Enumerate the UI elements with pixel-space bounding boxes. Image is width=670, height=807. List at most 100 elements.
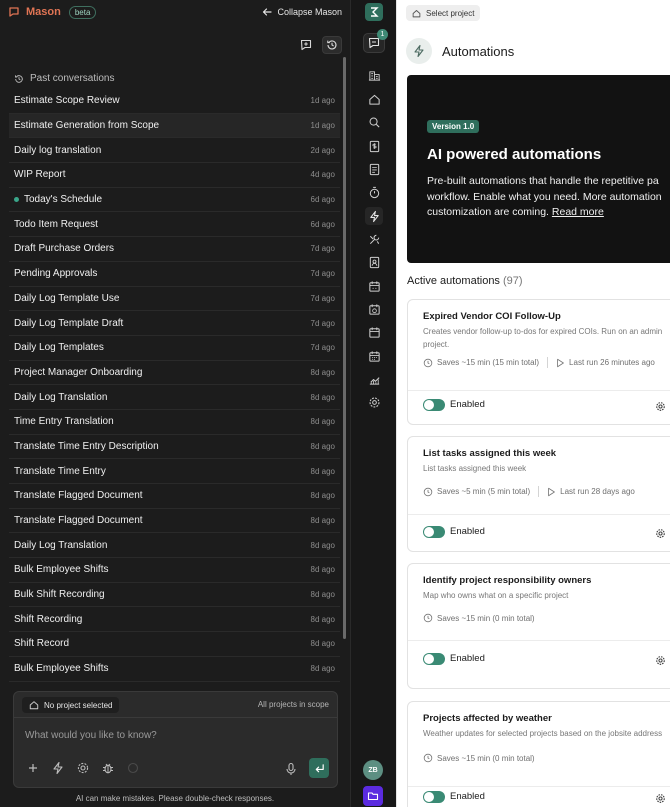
search-icon[interactable]: [365, 113, 383, 131]
analytics-icon[interactable]: [365, 370, 383, 388]
conversation-item[interactable]: Bulk Employee Shifts 8d ago: [9, 657, 340, 682]
plus-icon[interactable]: [26, 761, 40, 775]
past-conversations-heading: Past conversations: [14, 73, 115, 84]
conversation-item[interactable]: Daily Log Translation 8d ago: [9, 385, 340, 410]
bolt-icon[interactable]: [51, 761, 65, 775]
calendar-clock-icon[interactable]: [365, 300, 383, 318]
enabled-toggle[interactable]: [423, 526, 445, 538]
card-description: Map who owns what on a specific project: [423, 591, 569, 600]
conversation-item[interactable]: Today's Schedule 6d ago: [9, 188, 340, 213]
buildings-icon[interactable]: [365, 66, 383, 84]
conversation-date: 8d ago: [310, 614, 335, 624]
conversation-date: 7d ago: [310, 269, 335, 279]
enabled-toggle[interactable]: [423, 791, 445, 803]
conversation-title: Estimate Scope Review: [14, 95, 120, 107]
project-chip[interactable]: No project selected: [22, 697, 120, 713]
conversation-item[interactable]: Daily Log Template Draft 7d ago: [9, 311, 340, 336]
tools-icon[interactable]: [365, 230, 383, 248]
dollar-doc-icon[interactable]: [365, 137, 383, 155]
conversation-title: Project Manager Onboarding: [14, 366, 143, 378]
select-project-button[interactable]: Select project: [406, 5, 481, 21]
brand-name: Mason: [26, 6, 61, 18]
enabled-toggle[interactable]: [423, 399, 445, 411]
hero-desc-line: Pre-built automations that handle the re…: [427, 175, 659, 187]
home-icon: [29, 701, 39, 710]
prompt-input[interactable]: What would you like to know?: [25, 730, 157, 741]
card-settings-icon[interactable]: [655, 526, 666, 544]
automation-bolt-icon[interactable]: [365, 207, 383, 225]
chat-count-badge: 1: [377, 29, 388, 40]
conversation-date: 8d ago: [310, 540, 335, 550]
conversation-title: Daily Log Template Draft: [14, 317, 124, 329]
conversation-item[interactable]: Shift Recording 8d ago: [9, 607, 340, 633]
active-count: (97): [503, 275, 523, 287]
conversation-item[interactable]: Translate Flagged Document 8d ago: [9, 484, 340, 509]
read-more-link[interactable]: Read more: [552, 206, 604, 218]
enabled-toggle[interactable]: [423, 653, 445, 665]
meta-divider: [547, 357, 549, 368]
conversation-date: 8d ago: [310, 565, 335, 575]
send-button[interactable]: [309, 758, 329, 778]
card-meta: Saves ~15 min (0 min total): [423, 753, 535, 763]
timer-icon[interactable]: [365, 183, 383, 201]
conversation-item[interactable]: Shift Record 8d ago: [9, 632, 340, 657]
conversation-item[interactable]: Bulk Employee Shifts 8d ago: [9, 558, 340, 583]
card-description: List tasks assigned this week: [423, 464, 527, 473]
conversation-item[interactable]: Estimate Generation from Scope 1d ago: [9, 113, 340, 139]
conversation-item[interactable]: Daily Log Templates 7d ago: [9, 336, 340, 361]
bug-icon[interactable]: [101, 761, 115, 775]
conversation-item[interactable]: Translate Time Entry Description 8d ago: [9, 435, 340, 460]
card-settings-icon[interactable]: [655, 791, 666, 807]
chat-topbar: Mason beta Collapse Mason: [0, 0, 350, 24]
conversation-title: Shift Record: [14, 638, 70, 650]
microphone-icon[interactable]: [285, 762, 297, 776]
scrollbar[interactable]: [343, 57, 346, 639]
calendar-icon[interactable]: [365, 277, 383, 295]
card-divider: [408, 786, 670, 787]
conversation-item[interactable]: Todo Item Request 6d ago: [9, 212, 340, 238]
composer-divider: [14, 717, 337, 718]
conversation-title: WIP Report: [14, 169, 66, 181]
folder-button[interactable]: [363, 786, 383, 806]
app-logo[interactable]: [365, 3, 383, 21]
calendar-icon-2[interactable]: [365, 323, 383, 341]
conversation-date: 8d ago: [310, 590, 335, 600]
new-chat-icon: [300, 39, 312, 51]
home-icon[interactable]: [365, 90, 383, 108]
conversation-item[interactable]: Time Entry Translation 8d ago: [9, 410, 340, 435]
document-icon[interactable]: [365, 160, 383, 178]
conversation-date: 6d ago: [310, 195, 335, 205]
conversation-item[interactable]: Daily Log Translation 8d ago: [9, 533, 340, 559]
conversation-title: Estimate Generation from Scope: [14, 120, 160, 132]
conversation-item[interactable]: Translate Flagged Document 8d ago: [9, 509, 340, 534]
settings-icon[interactable]: [365, 393, 383, 411]
conversation-item[interactable]: Estimate Scope Review 1d ago: [9, 89, 340, 114]
collapse-button[interactable]: Collapse Mason: [262, 7, 342, 17]
last-run: Last run 28 days ago: [560, 487, 635, 496]
conversation-item[interactable]: Pending Approvals 7d ago: [9, 262, 340, 287]
history-button[interactable]: [322, 36, 342, 54]
conversation-date: 8d ago: [310, 466, 335, 476]
hero-description: Pre-built automations that handle the re…: [427, 174, 670, 221]
calendar-grid-icon[interactable]: [365, 347, 383, 365]
conversation-item[interactable]: Project Manager Onboarding 8d ago: [9, 361, 340, 386]
conversation-item[interactable]: Draft Purchase Orders 7d ago: [9, 237, 340, 262]
conversation-date: 2d ago: [310, 145, 335, 155]
conversation-item[interactable]: Translate Time Entry 8d ago: [9, 459, 340, 484]
conversation-item[interactable]: Daily Log Template Use 7d ago: [9, 287, 340, 312]
card-settings-icon[interactable]: [655, 653, 666, 671]
clock-icon: [423, 358, 433, 367]
avatar[interactable]: ZB: [363, 760, 383, 780]
contacts-icon[interactable]: [365, 253, 383, 271]
conversation-title: Draft Purchase Orders: [14, 243, 115, 255]
conversation-title: Daily log translation: [14, 144, 102, 156]
chat-panel: Mason beta Collapse Mason Past conversat…: [0, 0, 350, 807]
rail-chat-button[interactable]: 1: [363, 29, 388, 53]
new-chat-button[interactable]: [296, 36, 316, 54]
conversation-item[interactable]: Daily log translation 2d ago: [9, 138, 340, 164]
conversation-item[interactable]: Bulk Shift Recording 8d ago: [9, 583, 340, 608]
gear-icon[interactable]: [76, 761, 90, 775]
conversation-item[interactable]: WIP Report 4d ago: [9, 163, 340, 188]
enabled-label: Enabled: [450, 653, 485, 664]
card-settings-icon[interactable]: [655, 399, 666, 417]
